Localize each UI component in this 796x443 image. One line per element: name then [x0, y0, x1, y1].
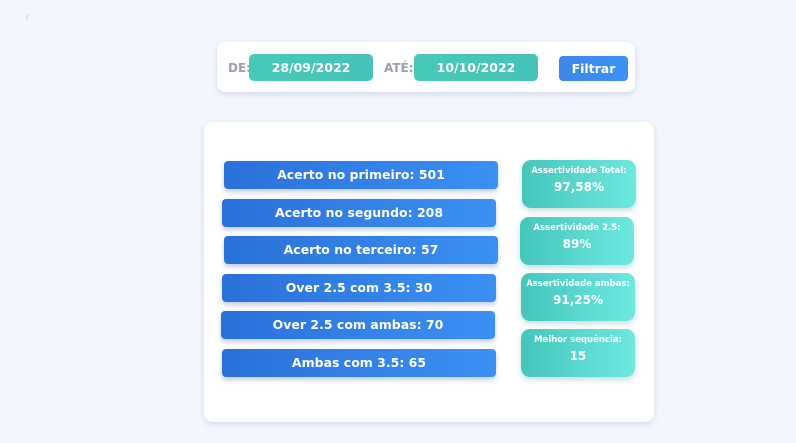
kpi-25-accuracy-value: 89%	[562, 237, 592, 251]
kpi-best-streak: Melhor sequência: 15	[521, 329, 635, 377]
stat-third-hits: Acerto no terceiro: 57	[224, 236, 498, 264]
kpi-total-accuracy-label: Assertividade Total:	[531, 166, 627, 176]
filter-button[interactable]: Filtrar	[559, 56, 628, 81]
kpi-best-streak-value: 15	[569, 349, 587, 363]
date-filter-bar: DE: ATÉ: Filtrar	[217, 42, 635, 92]
to-date-label: ATÉ:	[384, 61, 414, 75]
kpi-both-accuracy-value: 91,25%	[553, 293, 603, 307]
kpi-25-accuracy-label: Assertividade 2.5:	[533, 223, 621, 233]
from-date-label: DE:	[228, 61, 251, 75]
kpi-both-accuracy-label: Assertividade ambas:	[526, 279, 630, 289]
stat-second-hits: Acerto no segundo: 208	[222, 199, 496, 227]
corner-mark: /	[26, 14, 29, 21]
stats-card: Acerto no primeiro: 501 Acerto no segund…	[204, 122, 654, 422]
kpi-25-accuracy: Assertividade 2.5: 89%	[520, 217, 634, 265]
stat-over25-with-both: Over 2.5 com ambas: 70	[221, 311, 495, 339]
kpi-total-accuracy: Assertividade Total: 97,58%	[522, 160, 636, 208]
kpi-best-streak-label: Melhor sequência:	[533, 335, 623, 345]
to-date-input[interactable]	[414, 54, 538, 81]
kpi-both-accuracy: Assertividade ambas: 91,25%	[521, 273, 635, 321]
from-date-input[interactable]	[249, 54, 373, 81]
stat-both-with-35: Ambas com 3.5: 65	[222, 349, 496, 377]
stat-over25-with-35: Over 2.5 com 3.5: 30	[222, 274, 496, 302]
stat-first-hits: Acerto no primeiro: 501	[224, 161, 498, 189]
kpi-total-accuracy-value: 97,58%	[554, 180, 604, 194]
